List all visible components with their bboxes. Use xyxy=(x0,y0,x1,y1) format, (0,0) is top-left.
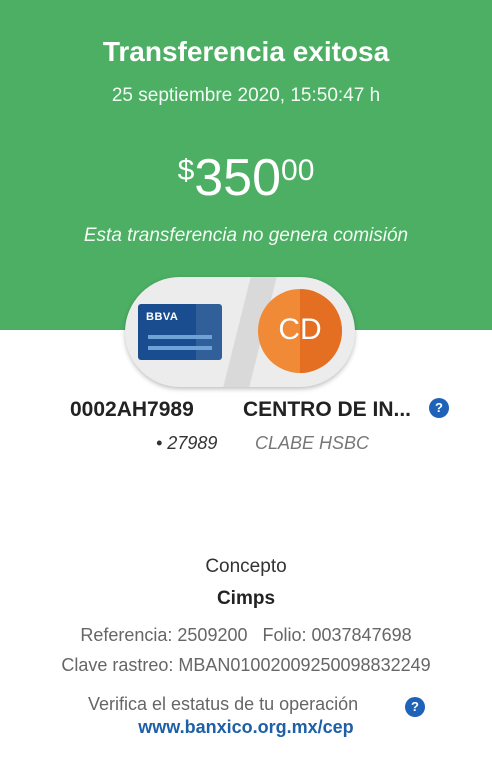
reference-folio-line: Referencia: 2509200 Folio: 0037847698 xyxy=(80,625,412,645)
transfer-amount: $35000 xyxy=(0,148,492,208)
verify-status-text: Verifica el estatus de tu operación xyxy=(88,694,359,714)
origin-account-suffix: • 27989 xyxy=(156,433,218,453)
amount-integer: 350 xyxy=(194,149,282,207)
currency-symbol: $ xyxy=(177,154,195,187)
card-fold xyxy=(196,304,222,360)
amount-cents: 00 xyxy=(281,154,315,187)
concept-value: Cimps xyxy=(216,588,276,609)
bbva-card-icon: BBVA xyxy=(138,304,222,360)
card-stripe xyxy=(148,335,212,339)
recipient-avatar: CD xyxy=(258,289,342,373)
question-mark-icon[interactable]: ? xyxy=(405,697,425,717)
question-mark-icon[interactable]: ? xyxy=(429,398,449,418)
recipient-name: CENTRO DE IN... xyxy=(243,398,412,421)
recipient-account-type: CLABE HSBC xyxy=(255,433,370,453)
page-title: Transferencia exitosa xyxy=(102,36,390,67)
transaction-datetime: 25 septiembre 2020, 15:50:47 h xyxy=(111,85,381,106)
recipient-initials: CD xyxy=(278,313,322,346)
banxico-cep-link[interactable]: www.banxico.org.mx/cep xyxy=(0,717,492,738)
origin-account-number: 0002AH7989 xyxy=(70,398,194,421)
commission-note: Esta transferencia no genera comisión xyxy=(83,225,409,246)
trace-key-line: Clave rastreo: MBAN01002009250098832249 xyxy=(61,655,431,675)
concept-label: Concepto xyxy=(205,556,287,577)
card-stripe xyxy=(148,346,212,350)
bank-logo-text: BBVA xyxy=(146,311,179,323)
